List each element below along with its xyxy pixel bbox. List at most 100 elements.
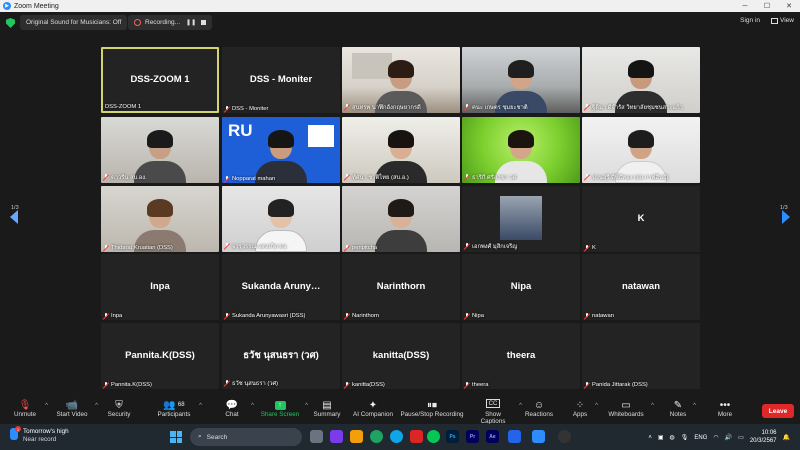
pause-stop-icon: ⏸⏹ (427, 399, 437, 411)
video-tile[interactable]: Inpa Inpa (101, 254, 219, 320)
chevron-up-icon[interactable]: ^ (519, 403, 522, 409)
unmute-button[interactable]: 🎙 Unmute ^ (10, 399, 48, 419)
wifi-icon[interactable]: ◠ (713, 434, 718, 441)
security-button[interactable]: ⛨ Security (104, 399, 134, 419)
video-tile[interactable]: DSS-ZOOM 1 DSS-ZOOM 1 (101, 47, 219, 113)
edge-icon[interactable] (390, 430, 403, 443)
minimize-icon[interactable]: ─ (734, 0, 756, 12)
zoom-taskbar-icon[interactable] (532, 430, 545, 443)
media-player-icon[interactable] (558, 430, 571, 443)
reactions-button[interactable]: ☺ Reactions (524, 399, 554, 419)
notes-button[interactable]: ✎ Notes ^ (668, 399, 696, 419)
video-tile[interactable]: Pannita.K(DSS) Pannita.K(DSS) (101, 323, 219, 389)
share-screen-button[interactable]: ↑ Share Screen ^ (260, 399, 308, 418)
chat-label: Chat (225, 411, 239, 418)
tray-app-icon[interactable]: ▣ (658, 434, 664, 441)
pause-stop-recording-button[interactable]: ⏸⏹ Pause/Stop Recording (400, 399, 464, 419)
notifications-icon[interactable]: 🔔 (783, 434, 790, 441)
video-tile[interactable]: สุนทรพ นาฬิกอังกฤษยากรดี (342, 47, 460, 113)
previous-page-arrow-icon[interactable] (10, 210, 18, 224)
notification-badge: 1 (15, 426, 21, 432)
after-effects-icon[interactable]: Ae (486, 430, 499, 443)
participant-name: DSS - Moniter (232, 106, 269, 112)
photoshop-icon[interactable]: Ps (446, 430, 459, 443)
whiteboards-button[interactable]: ▭ Whiteboards ^ (606, 399, 654, 419)
stop-recording-icon[interactable] (201, 20, 207, 25)
leave-button[interactable]: Leave (762, 404, 794, 418)
windows-start-icon[interactable] (170, 431, 182, 443)
video-tile[interactable]: Panida Jittarak (DSS) (582, 323, 700, 389)
video-tile[interactable]: penpitcha (342, 186, 460, 252)
teams-icon[interactable] (330, 430, 343, 443)
video-tile[interactable]: Narinthorn Narinthorn (342, 254, 460, 320)
maximize-icon[interactable]: ☐ (756, 0, 778, 12)
video-tile[interactable]: จารุวรรณ แตงเกิด ผจ. (222, 186, 340, 252)
video-tile[interactable]: kanitta(DSS) kanitta(DSS) (342, 323, 460, 389)
video-tile[interactable]: ธาริกี ศรีสาขา วศ (462, 117, 580, 183)
video-tile[interactable]: Nipa Nipa (462, 254, 580, 320)
more-button[interactable]: ••• More (714, 399, 736, 419)
video-tile[interactable]: ปานสุรี ดีพิธีทอง (ปส.กาฬสินธุ์) (582, 117, 700, 183)
pause-stop-recording-label: Pause/Stop Recording (400, 411, 464, 418)
participants-button[interactable]: 👥 68 Participants ^ (154, 399, 202, 419)
file-explorer-icon[interactable] (350, 430, 363, 443)
video-tile[interactable]: ทัศนา ชาติไทย (สบ.อ.) (342, 117, 460, 183)
powerpoint-icon[interactable] (410, 430, 423, 443)
participant-name: Pannita.K(DSS) (111, 382, 152, 388)
video-tile[interactable]: ดาวรีน สบ.อง. (101, 117, 219, 183)
pause-recording-icon[interactable]: ❚❚ (186, 19, 196, 26)
sign-in-link[interactable]: Sign in (740, 17, 760, 24)
chevron-up-icon[interactable]: ˄ (648, 435, 652, 441)
word-icon[interactable] (508, 430, 521, 443)
next-page-arrow-icon[interactable] (782, 210, 790, 224)
chevron-up-icon[interactable]: ^ (251, 403, 254, 409)
chevron-up-icon[interactable]: ^ (693, 403, 696, 409)
video-tile[interactable]: ฐิติมา ดีจำรัส วิทยาลัยชุมชนสระแก้ว (582, 47, 700, 113)
language-indicator[interactable]: ENG (694, 435, 707, 441)
video-tile[interactable]: RU Nopparat mahan (222, 117, 340, 183)
weather-widget[interactable]: 1 Tomorrow's high Near record (10, 426, 69, 444)
microphone-muted-icon: 🎙 (18, 399, 32, 411)
chevron-up-icon[interactable]: ^ (199, 403, 202, 409)
chevron-up-icon[interactable]: ^ (651, 403, 654, 409)
tray-app-icon[interactable]: ◍ (670, 434, 675, 441)
video-tile[interactable]: คนะ เกษตร ชุมยะชาติ (462, 47, 580, 113)
summary-button[interactable]: ▤ Summary (312, 399, 342, 419)
video-tile[interactable]: Sukanda Aruny… Sukanda Arunyawasri (DSS) (222, 254, 340, 320)
muted-mic-icon (103, 245, 109, 251)
line-icon[interactable] (427, 430, 440, 443)
video-tile[interactable]: ธวัช นุสนธรา (วศ) ธวัช นุสนธรา (วศ) (222, 323, 340, 389)
chevron-up-icon[interactable]: ^ (305, 403, 308, 409)
close-icon[interactable]: ✕ (778, 0, 800, 12)
start-video-button[interactable]: 📹 Start Video ^ (54, 399, 98, 419)
video-tile[interactable]: natawan natawan (582, 254, 700, 320)
grid-view-icon (771, 17, 779, 24)
battery-icon[interactable]: ▭ (738, 434, 744, 441)
show-captions-button[interactable]: CC Show Captions ^ (472, 399, 522, 425)
video-tile[interactable]: theera theera (462, 323, 580, 389)
original-sound-chip[interactable]: Original Sound for Musicians: Off (20, 15, 128, 30)
video-tile[interactable]: เอกพงศ์ มุสิกเจริญ (462, 186, 580, 252)
premiere-icon[interactable]: Pr (466, 430, 479, 443)
participant-name: Sukanda Arunyawasri (DSS) (232, 313, 306, 319)
chrome-icon[interactable] (370, 430, 383, 443)
volume-icon[interactable]: 🔊 (725, 434, 732, 441)
video-tile[interactable]: Thidarat Kruatian (DSS) (101, 186, 219, 252)
chevron-up-icon[interactable]: ^ (45, 403, 48, 409)
video-tile[interactable]: K K (582, 186, 700, 252)
ai-companion-button[interactable]: ✦ AI Companion (352, 399, 394, 419)
apps-button[interactable]: ⁘ Apps ^ (570, 399, 598, 419)
chevron-up-icon[interactable]: ^ (95, 403, 98, 409)
captions-cc-icon: CC (485, 399, 501, 408)
view-button[interactable]: View (771, 17, 794, 24)
chat-button[interactable]: 💬 Chat ^ (218, 399, 254, 419)
clock[interactable]: 10:06 20/3/2567 (750, 430, 777, 446)
task-view-icon[interactable] (310, 430, 323, 443)
video-tile[interactable]: DSS - Moniter DSS - Moniter (222, 47, 340, 113)
tile-caption: Narinthorn (344, 313, 379, 319)
microphone-icon[interactable]: 🎙 (681, 434, 689, 441)
muted-mic-icon (464, 313, 470, 319)
taskbar-search[interactable]: ⌕ Search (190, 428, 302, 446)
encryption-shield-icon[interactable] (6, 18, 15, 28)
chevron-up-icon[interactable]: ^ (595, 403, 598, 409)
